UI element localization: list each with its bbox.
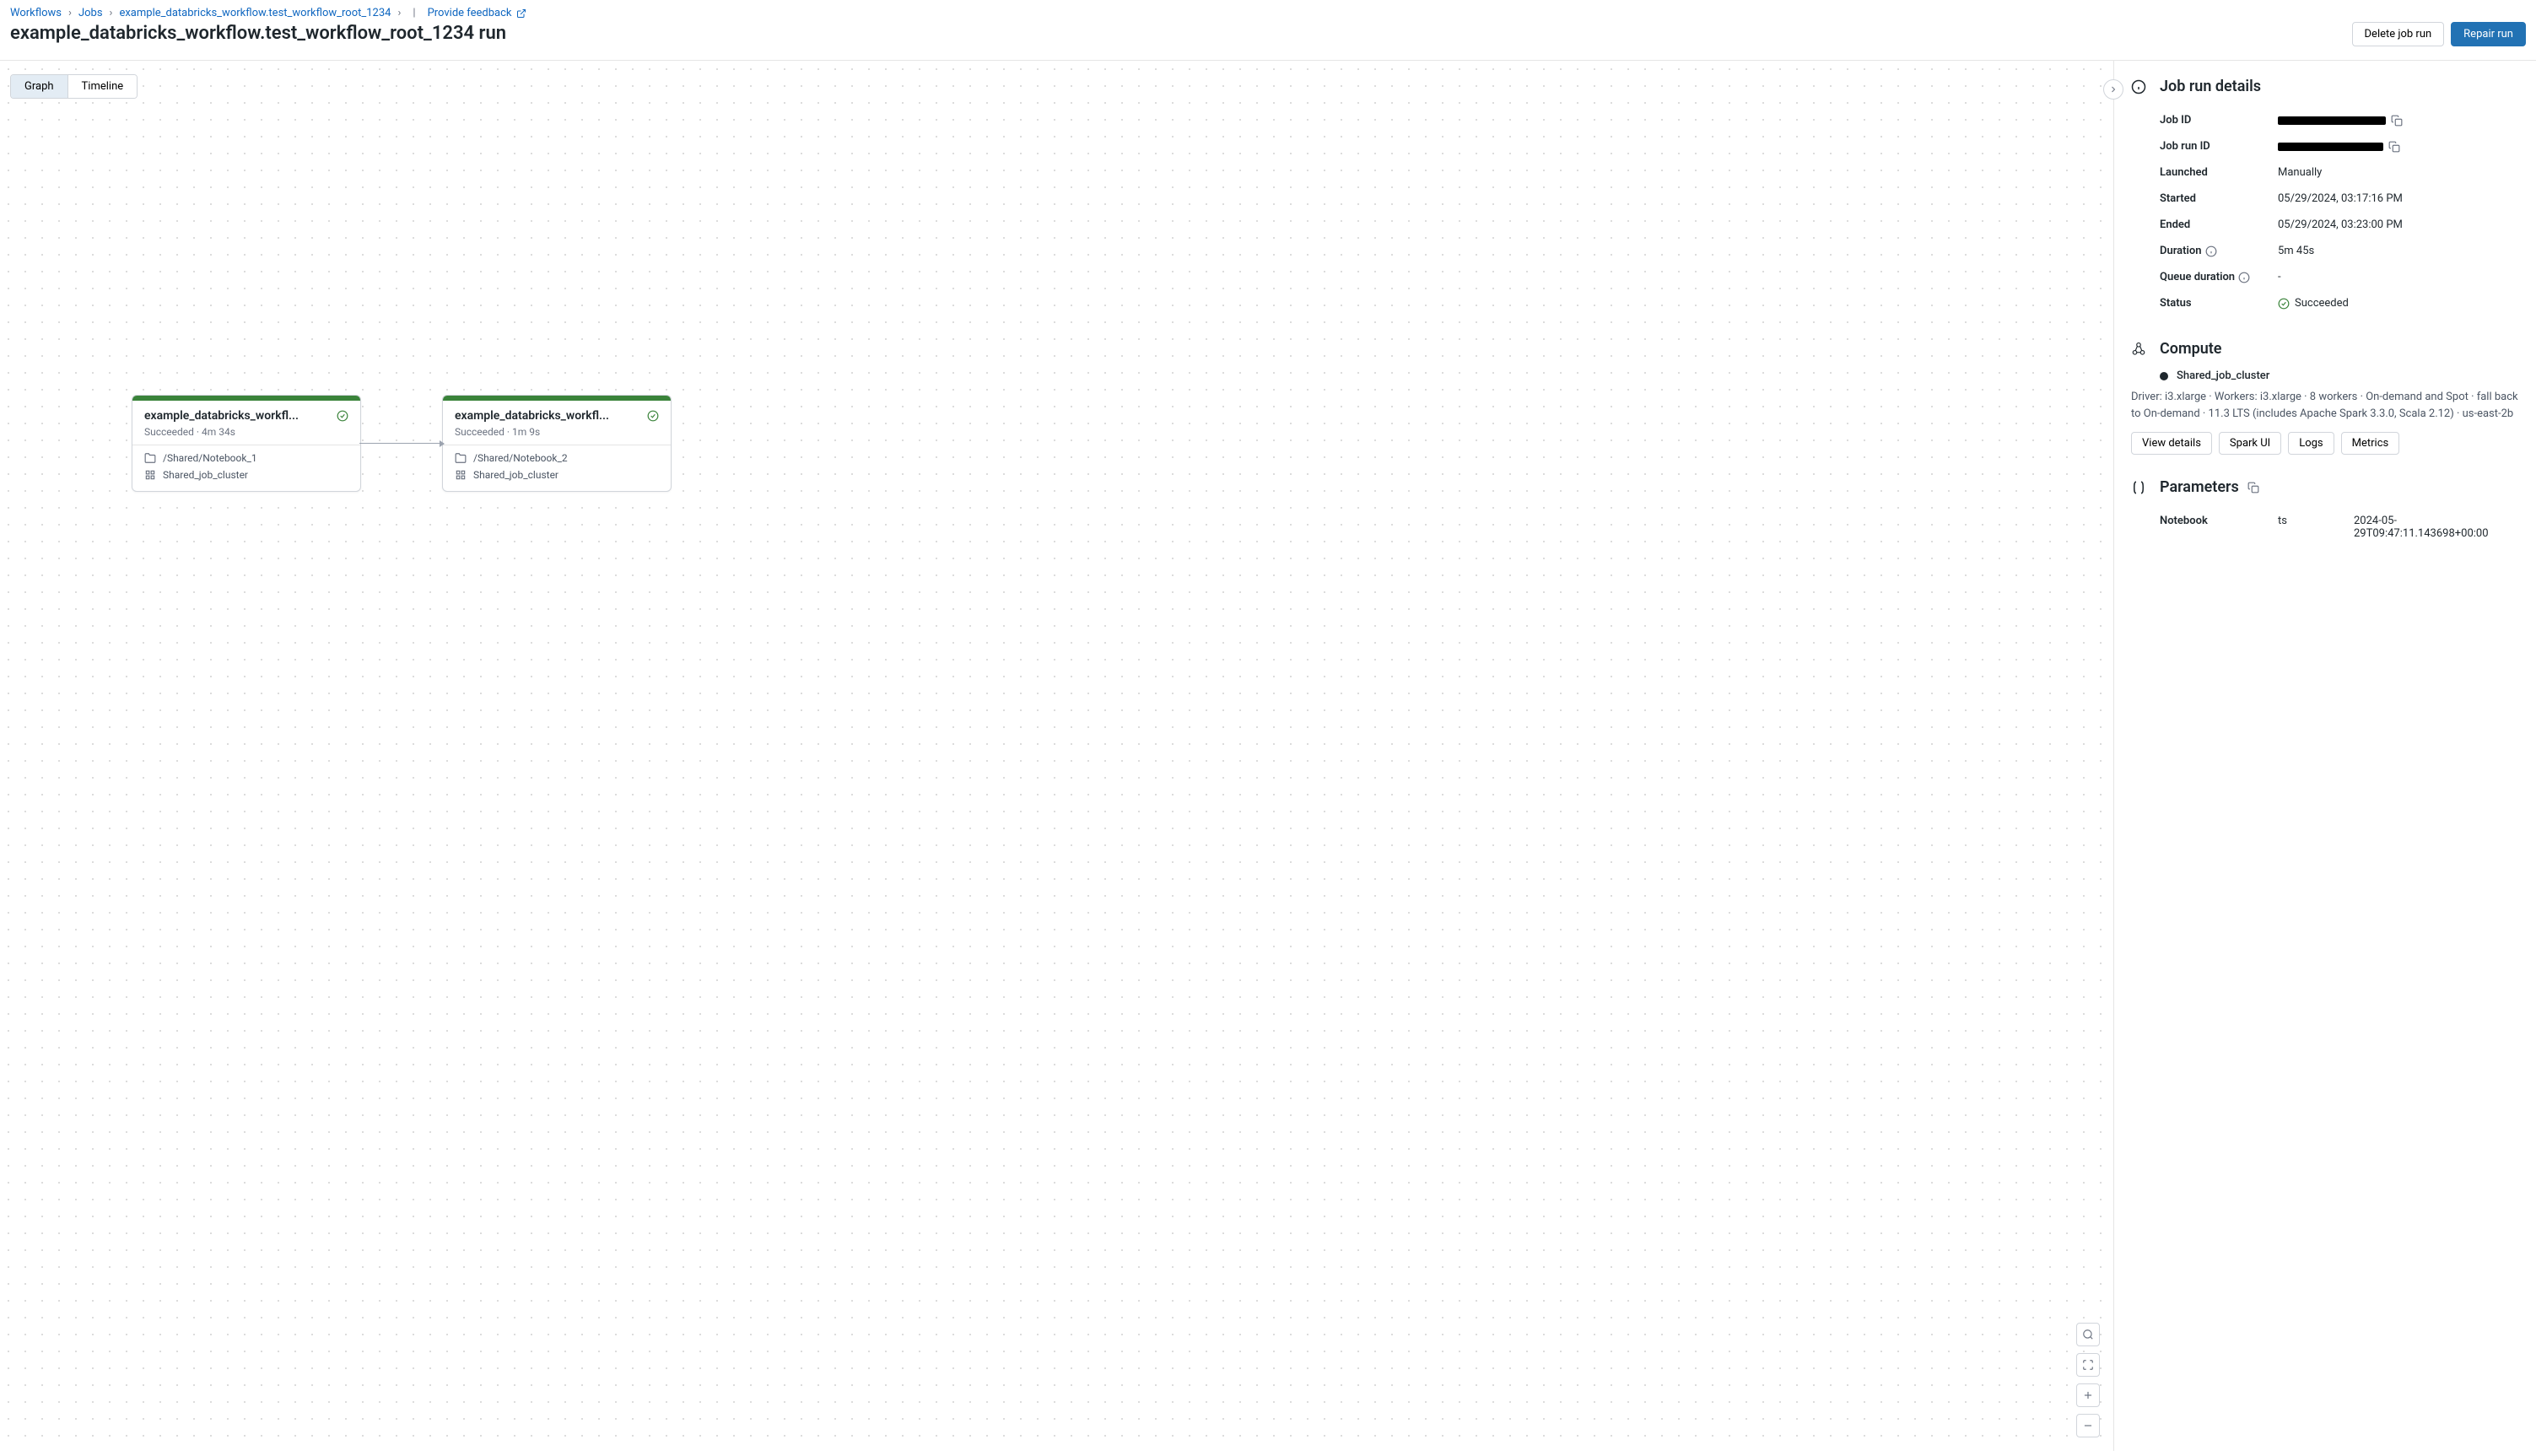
graph-tab[interactable]: Graph <box>11 75 68 98</box>
copy-icon[interactable] <box>2388 141 2400 153</box>
ended-value: 05/29/2024, 03:23:00 PM <box>2278 218 2526 231</box>
success-check-icon <box>2278 298 2290 310</box>
edge-arrow <box>359 443 444 445</box>
compute-description: Driver: i3.xlarge · Workers: i3.xlarge ·… <box>2131 389 2526 422</box>
fullscreen-button[interactable] <box>2076 1353 2100 1377</box>
folder-icon <box>144 452 156 464</box>
breadcrumb: Workflows › Jobs › example_databricks_wo… <box>10 7 2352 19</box>
minus-icon <box>2082 1420 2094 1432</box>
param-value: 2024-05-29T09:47:11.143698+00:00 <box>2354 515 2526 540</box>
provide-feedback-link[interactable]: Provide feedback <box>428 7 526 19</box>
node-cluster: Shared_job_cluster <box>473 469 558 481</box>
status-label: Status <box>2160 297 2278 310</box>
details-title: Job run details <box>2160 78 2526 95</box>
node-title: example_databricks_workfl... <box>144 409 333 423</box>
expand-icon <box>2082 1359 2094 1371</box>
parameters-title: Parameters <box>2160 478 2239 496</box>
chevron-right-icon: › <box>397 7 401 19</box>
logs-button[interactable]: Logs <box>2288 432 2334 455</box>
compute-cluster-name: Shared_job_cluster <box>2177 369 2269 382</box>
ended-label: Ended <box>2160 218 2278 231</box>
job-run-id-label: Job run ID <box>2160 140 2278 153</box>
node-path: /Shared/Notebook_2 <box>473 452 568 464</box>
task-node[interactable]: example_databricks_workfl... Succeeded ·… <box>132 395 361 492</box>
breadcrumb-jobs[interactable]: Jobs <box>78 7 103 19</box>
queue-duration-value: - <box>2278 271 2526 283</box>
job-id-value <box>2278 116 2386 125</box>
copy-icon[interactable] <box>2391 115 2403 127</box>
node-status-text: Succeeded · 4m 34s <box>144 426 348 438</box>
cluster-icon <box>144 469 156 481</box>
info-icon[interactable] <box>2205 245 2217 257</box>
folder-icon <box>455 452 467 464</box>
metrics-button[interactable]: Metrics <box>2341 432 2400 455</box>
repair-run-button[interactable]: Repair run <box>2451 22 2526 46</box>
node-title: example_databricks_workfl... <box>455 409 644 423</box>
status-value: Succeeded <box>2295 297 2349 310</box>
param-type: Notebook <box>2160 515 2278 540</box>
collapse-panel-button[interactable] <box>2103 79 2123 100</box>
task-node[interactable]: example_databricks_workfl... Succeeded ·… <box>442 395 672 492</box>
spark-ui-button[interactable]: Spark UI <box>2219 432 2281 455</box>
plus-icon <box>2082 1389 2094 1401</box>
delete-job-run-button[interactable]: Delete job run <box>2352 22 2445 46</box>
queue-duration-label: Queue duration <box>2160 271 2235 283</box>
parameters-icon <box>2131 480 2146 495</box>
chevron-right-icon: › <box>110 7 113 19</box>
job-id-label: Job ID <box>2160 114 2278 127</box>
node-status-text: Succeeded · 1m 9s <box>455 426 659 438</box>
copy-icon[interactable] <box>2247 482 2259 493</box>
info-icon <box>2131 79 2146 94</box>
duration-label: Duration <box>2160 245 2202 257</box>
graph-canvas[interactable]: Graph Timeline example_databricks_workfl… <box>0 61 2114 1451</box>
compute-title: Compute <box>2160 340 2526 358</box>
node-cluster: Shared_job_cluster <box>163 469 248 481</box>
page-title: example_databricks_workflow.test_workflo… <box>10 23 2352 44</box>
job-run-id-value <box>2278 143 2383 151</box>
view-toggle: Graph Timeline <box>10 74 138 99</box>
chevron-right-icon <box>2108 84 2118 94</box>
breadcrumb-workflows[interactable]: Workflows <box>10 7 62 19</box>
zoom-fit-button[interactable] <box>2076 1323 2100 1346</box>
started-value: 05/29/2024, 03:17:16 PM <box>2278 192 2526 205</box>
timeline-tab[interactable]: Timeline <box>68 75 138 98</box>
separator-pipe: | <box>413 7 415 19</box>
zoom-out-button[interactable] <box>2076 1414 2100 1437</box>
status-dot-icon <box>2160 372 2168 380</box>
external-link-icon <box>516 8 526 19</box>
duration-value: 5m 45s <box>2278 245 2526 257</box>
node-path: /Shared/Notebook_1 <box>163 452 257 464</box>
zoom-in-button[interactable] <box>2076 1383 2100 1407</box>
search-icon <box>2082 1329 2094 1340</box>
compute-icon <box>2131 342 2146 357</box>
param-key: ts <box>2278 515 2354 540</box>
success-check-icon <box>337 410 348 422</box>
launched-label: Launched <box>2160 166 2278 179</box>
breadcrumb-workflow-name[interactable]: example_databricks_workflow.test_workflo… <box>119 7 391 19</box>
started-label: Started <box>2160 192 2278 205</box>
cluster-icon <box>455 469 467 481</box>
success-check-icon <box>647 410 659 422</box>
chevron-right-icon: › <box>68 7 72 19</box>
info-icon[interactable] <box>2238 272 2250 283</box>
launched-value: Manually <box>2278 166 2526 179</box>
view-details-button[interactable]: View details <box>2131 432 2212 455</box>
